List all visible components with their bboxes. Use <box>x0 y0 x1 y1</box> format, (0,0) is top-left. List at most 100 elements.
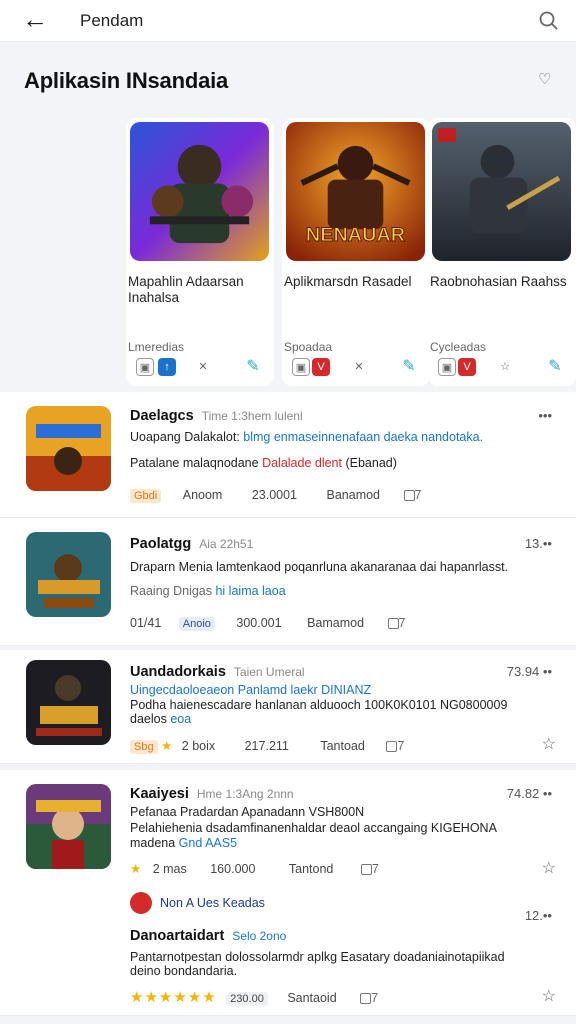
item-tag: Banamod <box>326 488 381 502</box>
bookmark-icon[interactable]: ☆ <box>542 734 556 754</box>
game-artwork <box>130 122 269 261</box>
item-count: 217.211 <box>244 739 289 753</box>
featured-card[interactable]: Raobnohasian Raahss Cycleadas ▣ V ☆ ✎ <box>428 118 576 386</box>
item-desc: deino bondandaria. <box>130 964 238 978</box>
item-desc: Podha haienescadare hanlanan alduooch 10… <box>130 698 508 712</box>
item-link[interactable]: Panlamd laekr DINIANZ <box>238 683 371 697</box>
game-artwork <box>432 122 571 261</box>
image-icon: ▣ <box>136 358 154 376</box>
item-desc: Pantarnotpestan dolossolarmdr aplkg Easa… <box>130 950 505 964</box>
more-icon[interactable]: 74.82 •• <box>507 786 552 801</box>
item-desc: Draparn Menia lamtenkaod poqanrluna akan… <box>130 560 509 574</box>
star-outline-icon[interactable]: ☆ <box>496 358 514 376</box>
checkbox[interactable] <box>403 490 415 502</box>
item-desc: Uoapang Dalakalot: <box>130 430 240 444</box>
close-icon[interactable]: ✕ <box>194 358 212 376</box>
pin-icon[interactable]: ♡ <box>538 70 551 88</box>
featured-card[interactable]: Mapahlin Adaarsan Inahalsa Lmeredias ▣ ↑… <box>126 118 274 386</box>
item-meta: Taien Umeral <box>233 665 305 679</box>
item-desc: Pefanaa Pradardan Apanadann VSH800N <box>130 805 365 819</box>
top-bar: ← Pendam <box>0 0 576 42</box>
brush-icon[interactable]: ✎ <box>244 358 262 376</box>
brush-icon[interactable]: ✎ <box>400 358 418 376</box>
item-title: Daelagcs <box>130 408 194 424</box>
checkbox-count: 7 <box>398 616 406 630</box>
item-tag: Santaoid <box>287 991 337 1005</box>
item-tag: Tantoad <box>320 739 365 753</box>
list-item[interactable]: Paolatgg Aia 22h51 13.•• Draparn Menia la… <box>0 518 576 646</box>
more-icon[interactable]: 12.•• <box>525 908 552 923</box>
checkbox[interactable] <box>360 864 372 876</box>
page-title: Pendam <box>80 11 144 30</box>
app-icon <box>26 532 111 617</box>
featured-name: Raobnohasian Raahss <box>430 274 567 289</box>
item-link[interactable]: hi laima laoa <box>215 584 285 598</box>
item-desc: Patalane malaqnodane <box>130 456 259 470</box>
list-item[interactable]: Kaaiyesi Hme 1:3Ang 2nnn 74.82 •• Pefanaa… <box>0 770 576 1016</box>
item-title: Kaaiyesi <box>130 786 189 802</box>
featured-desc: Spoadaa <box>284 340 333 354</box>
search-icon[interactable] <box>536 8 562 34</box>
item-title: Danoartaidart <box>130 928 225 944</box>
item-count: 230.00 <box>226 992 268 1006</box>
item-title: Uandadorkais <box>130 664 226 680</box>
video-icon[interactable]: V <box>312 358 330 376</box>
item-stat: 2 boix <box>181 739 216 753</box>
promo-label[interactable]: Non A Ues Keadas <box>160 896 265 910</box>
item-meta: Time 1:3hem lulenl <box>201 409 303 423</box>
item-title: Paolatgg <box>130 536 192 552</box>
item-tag: Tantond <box>288 862 334 876</box>
star-icon: ★ <box>130 862 142 876</box>
app-icon <box>26 784 111 869</box>
item-link[interactable]: eoa <box>170 712 191 726</box>
bookmark-icon[interactable]: ☆ <box>542 858 556 878</box>
checkbox[interactable] <box>386 741 398 753</box>
featured-desc: Lmeredias <box>128 340 185 354</box>
status-badge: Gbdi <box>130 489 162 503</box>
art-title: NENAUAR <box>306 224 405 246</box>
close-icon[interactable]: ✕ <box>350 358 368 376</box>
checkbox[interactable] <box>360 993 372 1005</box>
video-icon[interactable]: V <box>458 358 476 376</box>
image-icon: ▣ <box>292 358 310 376</box>
item-meta: Hme 1:3Ang 2nnn <box>196 787 294 801</box>
checkbox[interactable] <box>387 618 399 630</box>
item-stat: 2 mas <box>152 862 187 876</box>
status-badge: Sbg <box>130 740 158 754</box>
rating-stars-icon: ★★★★★★ <box>130 989 217 1006</box>
list-item[interactable]: Uandadorkais Taien Umeral 73.94 •• Uingec… <box>0 650 576 764</box>
star-icon: ★ <box>161 739 173 753</box>
item-meta: Aia 22h51 <box>199 537 254 551</box>
item-desc: madena <box>130 836 176 850</box>
brush-icon[interactable]: ✎ <box>546 358 564 376</box>
item-link[interactable]: Gnd AAS5 <box>179 836 237 850</box>
checkbox-count: 7 <box>414 488 422 502</box>
item-highlight: Dalalade dlent <box>262 456 342 470</box>
status-badge: Anoio <box>178 617 215 631</box>
more-icon[interactable]: 13.•• <box>525 536 552 551</box>
checkbox-count: 7 <box>371 862 379 876</box>
item-desc: Pelahiehenia dsadamfinanenhaldar deaol a… <box>130 821 497 835</box>
item-link[interactable]: blmg enmaseinnenafaan daeka nandotaka. <box>243 430 483 444</box>
item-tag: Bamamod <box>307 616 365 630</box>
more-icon[interactable]: ••• <box>538 408 552 423</box>
share-icon[interactable]: ↑ <box>158 358 176 376</box>
bookmark-icon[interactable]: ☆ <box>542 986 556 1006</box>
list-item[interactable]: Daelagcs Time 1:3hem lulenl ••• Uoapang D… <box>0 392 576 518</box>
featured-name: Aplikmarsdn Rasadel <box>284 274 412 289</box>
promo-icon <box>130 892 152 914</box>
item-desc: daelos <box>130 712 167 726</box>
checkbox-count: 7 <box>371 991 379 1005</box>
section-title: Aplikasin INsandaia <box>24 68 229 93</box>
checkbox-count: 7 <box>397 739 405 753</box>
app-icon <box>26 660 111 745</box>
more-icon[interactable]: 73.94 •• <box>507 664 552 679</box>
image-icon: ▣ <box>438 358 456 376</box>
featured-card[interactable]: NENAUAR Aplikmarsdn Rasadel Spoadaa ▣ V … <box>282 118 430 386</box>
item-count: 300.001 <box>236 616 282 630</box>
featured-name: Mapahlin Adaarsan Inahalsa <box>128 274 244 305</box>
item-desc: Uingecdaoloeaeon <box>130 683 235 697</box>
item-count: 23.0001 <box>251 488 298 502</box>
back-arrow-icon[interactable]: ← <box>22 6 48 32</box>
item-stat: Anoom <box>182 488 223 502</box>
